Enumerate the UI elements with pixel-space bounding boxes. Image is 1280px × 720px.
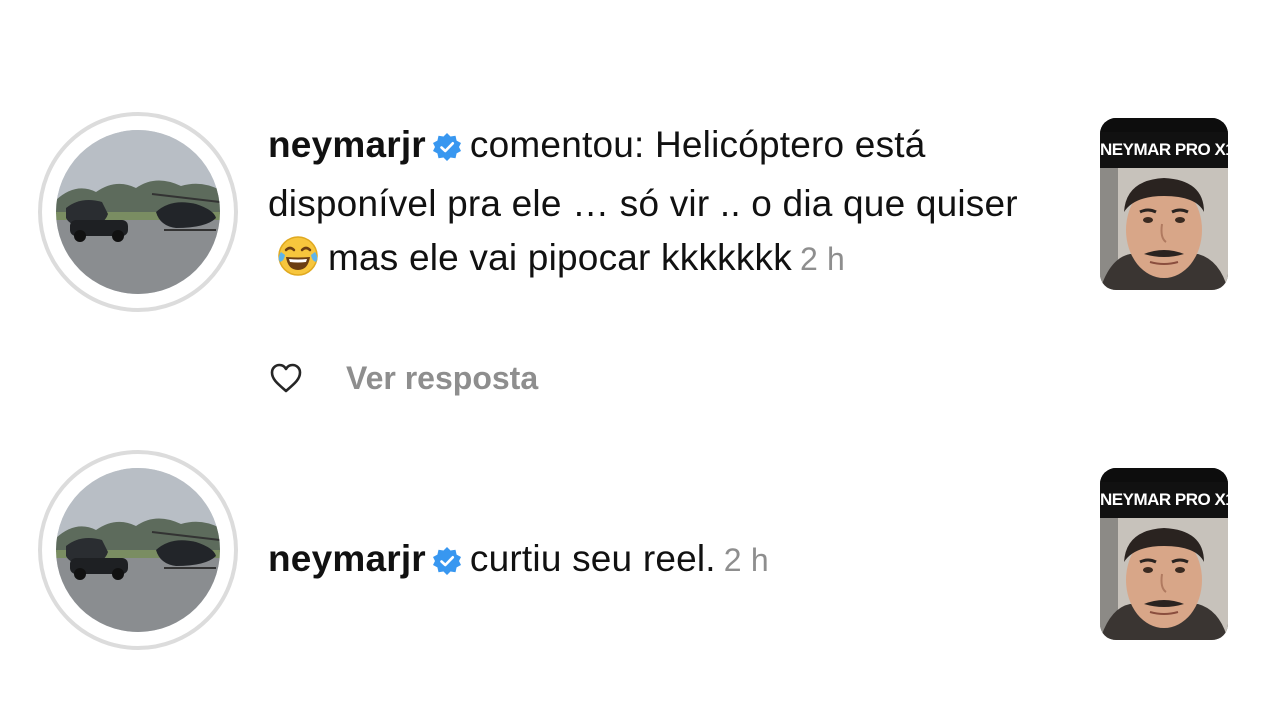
timestamp: 2 h (799, 241, 846, 277)
thumbnail-banner-top (1100, 468, 1228, 482)
verified-badge-icon (432, 123, 462, 177)
thumbnail-face-image (1100, 518, 1228, 640)
thumbnail-face-image (1100, 168, 1228, 290)
like-text: curtiu seu reel. (469, 538, 716, 579)
avatar-image (56, 468, 220, 632)
verified-badge-icon (432, 537, 462, 591)
avatar[interactable] (38, 450, 238, 650)
comment-text-continued: mas ele vai pipocar kkkkkkk (328, 237, 792, 278)
avatar[interactable] (38, 112, 238, 312)
avatar-image (56, 130, 220, 294)
comment-actions: Ver resposta (268, 358, 538, 398)
reel-thumbnail[interactable]: NEYMAR PRO X1 (1100, 468, 1228, 640)
username[interactable]: neymarjr (268, 538, 426, 579)
view-reply-button[interactable]: Ver resposta (346, 360, 538, 397)
username[interactable]: neymarjr (268, 124, 426, 165)
thumbnail-caption: NEYMAR PRO X1 (1100, 482, 1228, 518)
heart-icon[interactable] (268, 360, 304, 396)
notification-text: neymarjr curtiu seu reel. 2 h (268, 532, 1068, 591)
timestamp: 2 h (723, 542, 769, 578)
notification-text: neymarjr comentou: Helicóptero está dispo… (268, 118, 1068, 293)
thumbnail-caption: NEYMAR PRO X1 (1100, 132, 1228, 168)
thumbnail-banner-top (1100, 118, 1228, 132)
notification-like[interactable]: neymarjr curtiu seu reel. 2 h NEYMAR PRO X… (0, 448, 1280, 668)
reel-thumbnail[interactable]: NEYMAR PRO X1 (1100, 118, 1228, 290)
notification-comment[interactable]: neymarjr comentou: Helicóptero está dispo… (0, 110, 1280, 410)
face-with-tears-of-joy-icon (276, 234, 320, 293)
